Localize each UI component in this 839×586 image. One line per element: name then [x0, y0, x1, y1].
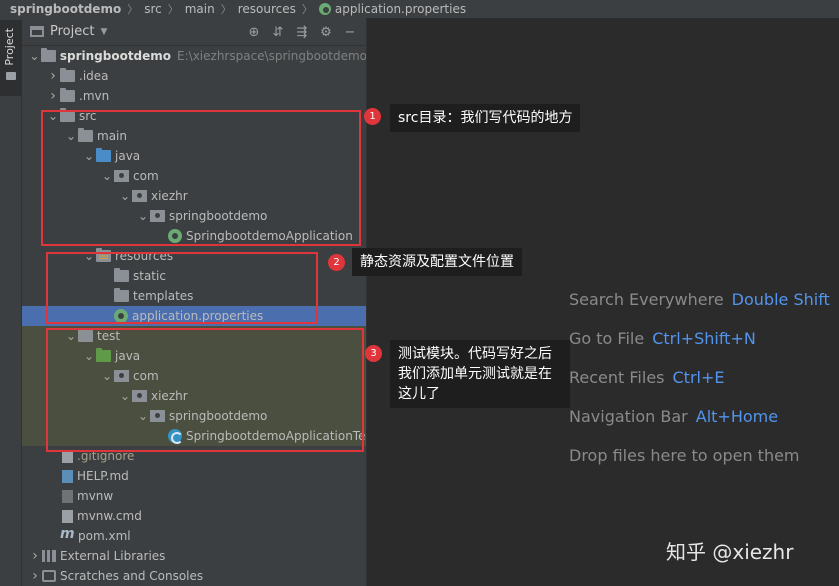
- breadcrumb-item[interactable]: resources: [238, 2, 296, 16]
- scratches-icon: [42, 570, 56, 582]
- project-view-icon: [30, 26, 44, 37]
- chevron-right-icon[interactable]: ›: [28, 568, 42, 584]
- chevron-down-icon[interactable]: ⌄: [28, 49, 41, 63]
- collapse-all-icon[interactable]: ⇶: [292, 22, 312, 42]
- pom-icon: [60, 526, 75, 542]
- tree-item-label: HELP.md: [77, 469, 129, 483]
- tree-item-label: .idea: [79, 69, 109, 83]
- folder-icon: [40, 48, 56, 62]
- tree-item-path: E:\xiezhrspace\springbootdemo: [177, 49, 367, 63]
- annotation-box-test: [46, 328, 364, 452]
- tree-item-label: pom.xml: [78, 529, 131, 543]
- panel-toolbar: ⊕ ⇵ ⇶ ⚙ −: [244, 22, 360, 42]
- tree-row[interactable]: › .idea: [22, 66, 366, 86]
- annotation-marker: 1: [364, 108, 381, 125]
- tree-row[interactable]: HELP.md: [22, 466, 366, 486]
- project-tool-tab[interactable]: Project: [0, 20, 22, 96]
- tree-item-label: Scratches and Consoles: [60, 569, 204, 583]
- breadcrumb-item[interactable]: application.properties: [335, 2, 466, 16]
- hint-search-everywhere: Search Everywhere Double Shift: [569, 290, 830, 329]
- hide-icon[interactable]: −: [340, 22, 360, 42]
- breadcrumb: springbootdemo 〉 src 〉 main 〉 resources …: [0, 0, 839, 18]
- chevron-right-icon: 〉: [167, 3, 179, 16]
- annotation-callout: 测试模块。代码写好之后我们添加单元测试就是在这儿了: [390, 340, 570, 408]
- hint-text: Navigation Bar: [569, 407, 688, 426]
- file-icon: [62, 509, 73, 523]
- annotation-box-src: [41, 110, 361, 246]
- breadcrumb-item[interactable]: springbootdemo: [10, 2, 121, 16]
- tree-row[interactable]: › .mvn: [22, 86, 366, 106]
- libraries-icon: [42, 550, 56, 562]
- tree-row[interactable]: mvnw.cmd: [22, 506, 366, 526]
- folder-icon: [60, 88, 75, 102]
- chevron-right-icon[interactable]: ›: [46, 88, 60, 104]
- folder-icon: [6, 72, 16, 80]
- annotation-callout: src目录：我们写代码的地方: [390, 104, 581, 132]
- project-view-selector[interactable]: Project: [50, 24, 94, 39]
- file-md-icon: [62, 469, 73, 483]
- chevron-right-icon[interactable]: ›: [28, 548, 42, 564]
- annotation-marker: 3: [365, 345, 382, 362]
- editor-empty-hints: Search Everywhere Double Shift Go to File…: [569, 290, 830, 485]
- chevron-right-icon: 〉: [301, 3, 313, 16]
- annotation-marker: 2: [328, 254, 345, 271]
- hint-text: Go to File: [569, 329, 645, 348]
- breadcrumb-item[interactable]: src: [144, 2, 162, 16]
- tree-item-label: mvnw: [77, 489, 114, 503]
- tree-item-label: mvnw.cmd: [77, 509, 142, 523]
- watermark: 知乎 @xiezhr: [666, 540, 794, 564]
- hint-shortcut[interactable]: Alt+Home: [696, 407, 778, 426]
- tree-row[interactable]: ⌄ springbootdemo E:\xiezhrspace\springboot…: [22, 46, 367, 66]
- tree-row[interactable]: pom.xml: [22, 526, 366, 546]
- folder-icon: [60, 68, 75, 82]
- chevron-right-icon[interactable]: ›: [46, 68, 60, 84]
- gear-icon[interactable]: ⚙: [316, 22, 336, 42]
- tree-item-label: .mvn: [79, 89, 110, 103]
- locate-icon[interactable]: ⊕: [244, 22, 264, 42]
- annotation-box-resources: [46, 252, 318, 324]
- tree-item-label: springbootdemo: [59, 49, 172, 63]
- project-tab-label: Project: [3, 28, 16, 66]
- expand-all-icon[interactable]: ⇵: [268, 22, 288, 42]
- hint-recent-files: Recent Files Ctrl+E: [569, 368, 830, 407]
- spring-config-icon: [318, 3, 331, 15]
- chevron-right-icon: 〉: [220, 3, 232, 16]
- hint-text: Drop files here to open them: [569, 446, 800, 465]
- tree-row[interactable]: › External Libraries: [22, 546, 366, 566]
- tree-row[interactable]: › Scratches and Consoles: [22, 566, 366, 586]
- file-sh-icon: [62, 489, 73, 503]
- hint-shortcut[interactable]: Double Shift: [732, 290, 830, 309]
- hint-navigation-bar: Navigation Bar Alt+Home: [569, 407, 830, 446]
- panel-header: Project ▼ ⊕ ⇵ ⇶ ⚙ −: [22, 18, 366, 46]
- hint-shortcut[interactable]: Ctrl+Shift+N: [652, 329, 756, 348]
- hint-go-to-file: Go to File Ctrl+Shift+N: [569, 329, 830, 368]
- tree-item-label: External Libraries: [60, 549, 166, 563]
- hint-drop-files: Drop files here to open them: [569, 446, 830, 485]
- hint-text: Recent Files: [569, 368, 665, 387]
- tool-window-strip: Project: [0, 18, 22, 586]
- hint-text: Search Everywhere: [569, 290, 724, 309]
- tree-row[interactable]: mvnw: [22, 486, 366, 506]
- chevron-right-icon: 〉: [127, 3, 139, 16]
- chevron-down-icon[interactable]: ▼: [100, 27, 107, 37]
- annotation-callout: 静态资源及配置文件位置: [352, 248, 522, 276]
- breadcrumb-item[interactable]: main: [185, 2, 215, 16]
- hint-shortcut[interactable]: Ctrl+E: [673, 368, 725, 387]
